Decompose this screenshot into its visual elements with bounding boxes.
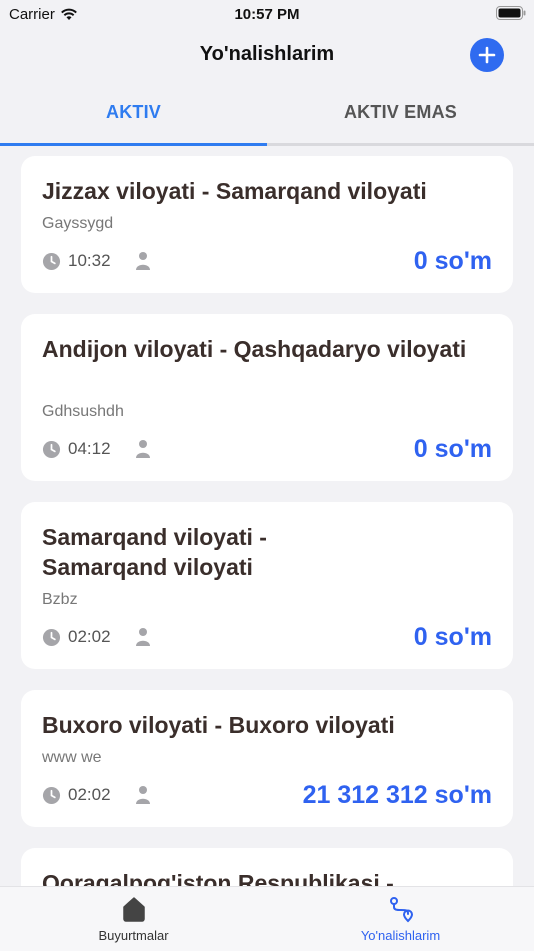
bottom-navigation: Buyurtmalar Yo'nalishlarim — [0, 886, 534, 951]
tab-inactive[interactable]: AKTIV EMAS — [267, 102, 534, 123]
route-title: Andijon viloyati - Qashqadaryo viloyati — [42, 336, 467, 362]
departure-time: 02:02 — [68, 785, 111, 804]
battery-icon — [496, 6, 526, 20]
departure-time: 10:32 — [68, 251, 111, 270]
route-card[interactable]: Qoraqalpog'iston Respublikasi - — [21, 848, 513, 886]
nav-item-orders[interactable]: Buyurtmalar — [0, 895, 267, 943]
route-list[interactable]: Jizzax viloyati - Samarqand viloyati Gay… — [0, 146, 534, 886]
route-title: Jizzax viloyati - Samarqand viloyati — [42, 178, 427, 204]
route-price: 0 so'm — [413, 435, 492, 463]
clock-icon — [42, 786, 61, 804]
route-title: Buxoro viloyati - Buxoro viloyati — [42, 712, 395, 738]
route-price: 21 312 312 so'm — [302, 781, 492, 809]
route-meta: 10:32 — [42, 251, 151, 271]
person-icon — [135, 440, 150, 458]
status-time: 10:57 PM — [234, 6, 300, 23]
route-title: Qoraqalpog'iston Respublikasi - — [42, 870, 394, 886]
plus-icon — [478, 46, 496, 64]
route-price: 0 so'm — [413, 247, 492, 275]
route-price: 0 so'm — [413, 623, 492, 651]
route-description: Bzbz — [42, 591, 78, 608]
departure-time: 04:12 — [68, 439, 111, 458]
nav-label-orders: Buyurtmalar — [98, 928, 169, 943]
route-description: Gdhsushdh — [42, 403, 124, 420]
route-card[interactable]: Jizzax viloyati - Samarqand viloyati Gay… — [21, 156, 513, 293]
clock-icon — [42, 440, 61, 458]
home-icon — [122, 897, 145, 922]
nav-label-routes: Yo'nalishlarim — [360, 928, 441, 943]
status-bar: Carrier 10:57 PM — [0, 0, 534, 30]
person-icon — [135, 628, 150, 646]
route-meta: 04:12 — [42, 439, 151, 459]
route-meta: 02:02 — [42, 627, 151, 647]
clock-icon — [42, 628, 61, 646]
page-title: Yo'nalishlarim — [199, 43, 335, 65]
person-icon — [135, 252, 150, 270]
nav-item-routes[interactable]: Yo'nalishlarim — [267, 895, 534, 943]
route-description: www we — [42, 749, 102, 766]
clock-icon — [42, 252, 61, 270]
tab-bar: AKTIV AKTIV EMAS — [0, 88, 534, 146]
route-description: Gayssygd — [42, 215, 114, 232]
route-card[interactable]: Samarqand viloyati - Samarqand viloyati … — [21, 502, 513, 669]
route-card[interactable]: Buxoro viloyati - Buxoro viloyati www we… — [21, 690, 513, 827]
route-card[interactable]: Andijon viloyati - Qashqadaryo viloyati … — [21, 314, 513, 481]
departure-time: 02:02 — [68, 627, 111, 646]
route-icon — [389, 897, 413, 923]
add-route-button[interactable] — [470, 38, 504, 72]
route-meta: 02:02 — [42, 785, 151, 805]
route-title: Samarqand viloyati - Samarqand viloyati — [42, 524, 267, 580]
person-icon — [135, 786, 150, 804]
tab-active[interactable]: AKTIV — [0, 102, 267, 123]
